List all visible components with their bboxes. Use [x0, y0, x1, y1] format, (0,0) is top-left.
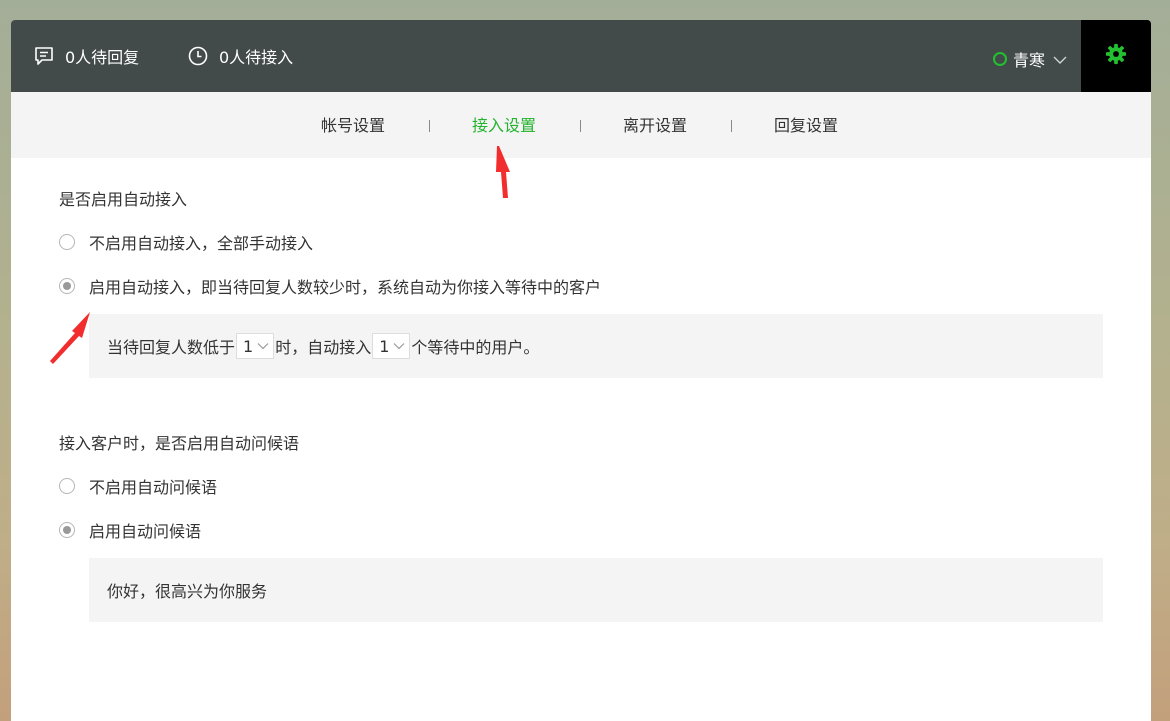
settings-tabs: 帐号设置 接入设置 离开设置 回复设置 [11, 92, 1151, 158]
settings-window: 0人待回复 0人待接入 青寒 帐号设置 接入设置 离开设置 回复设置 是否启用自… [11, 20, 1151, 721]
radio-button[interactable] [59, 478, 75, 494]
pending-reply-stat: 0人待回复 [33, 20, 139, 92]
radio-button[interactable] [59, 278, 75, 294]
config-suffix: 个等待中的用户。 [411, 338, 540, 357]
pending-accept-label: 0人待接入 [219, 48, 294, 67]
tab-account-settings[interactable]: 帐号设置 [321, 92, 385, 158]
radio-enable-greeting[interactable]: 启用自动问候语 [59, 518, 201, 542]
tab-reply-settings[interactable]: 回复设置 [774, 92, 838, 158]
user-menu[interactable]: 青寒 [992, 20, 1067, 98]
radio-label: 不启用自动接入，全部手动接入 [89, 234, 314, 253]
radio-enable-auto-accept[interactable]: 启用自动接入，即当待回复人数较少时，系统自动为你接入等待中的客户 [59, 274, 601, 298]
threshold-value: 1 [243, 336, 254, 356]
count-select[interactable]: 1 [372, 333, 411, 359]
top-bar: 0人待回复 0人待接入 青寒 [11, 20, 1151, 92]
radio-label: 不启用自动问候语 [89, 478, 218, 497]
gear-icon [1105, 43, 1127, 69]
auto-accept-title: 是否启用自动接入 [59, 190, 188, 209]
greeting-title: 接入客户时，是否启用自动问候语 [59, 434, 300, 453]
settings-button[interactable] [1081, 20, 1151, 92]
pending-reply-label: 0人待回复 [65, 48, 140, 67]
config-prefix: 当待回复人数低于 [107, 338, 236, 357]
radio-disable-auto-accept[interactable]: 不启用自动接入，全部手动接入 [59, 230, 313, 254]
radio-label: 启用自动问候语 [89, 522, 202, 541]
tab-divider [429, 120, 430, 132]
tab-away-settings[interactable]: 离开设置 [623, 92, 687, 158]
threshold-select[interactable]: 1 [236, 333, 275, 359]
chevron-down-icon [1053, 50, 1067, 69]
pending-accept-stat: 0人待接入 [187, 20, 293, 92]
config-middle: 时，自动接入 [275, 338, 372, 357]
tab-divider [731, 120, 732, 132]
count-value: 1 [379, 336, 390, 356]
tab-divider [580, 120, 581, 132]
radio-label: 启用自动接入，即当待回复人数较少时，系统自动为你接入等待中的客户 [89, 278, 602, 297]
radio-disable-greeting[interactable]: 不启用自动问候语 [59, 474, 217, 498]
username: 青寒 [1012, 51, 1045, 70]
radio-button[interactable] [59, 522, 75, 538]
auto-accept-config-panel: 当待回复人数低于 1 时，自动接入 1 个等待中的用户。 [89, 314, 1103, 378]
chevron-down-icon [257, 343, 269, 350]
tab-access-settings[interactable]: 接入设置 [472, 92, 536, 158]
clock-icon [187, 45, 209, 67]
greeting-message: 你好，很高兴为你服务 [107, 582, 268, 601]
greeting-message-box[interactable]: 你好，很高兴为你服务 [89, 558, 1103, 622]
chevron-down-icon [393, 343, 405, 350]
status-dot-icon [992, 52, 1007, 66]
chat-icon [33, 45, 55, 67]
radio-button[interactable] [59, 234, 75, 250]
